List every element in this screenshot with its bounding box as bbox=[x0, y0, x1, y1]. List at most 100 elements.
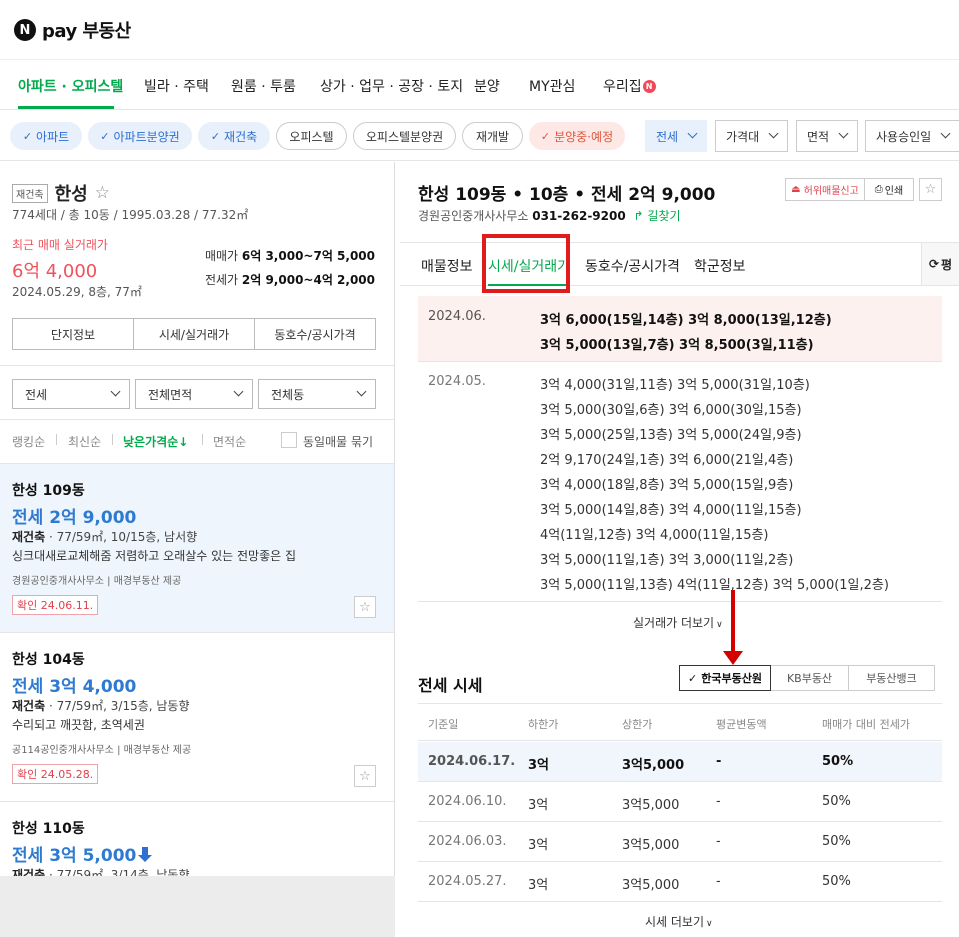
siren-icon: ⏏ bbox=[791, 184, 801, 195]
listing-item[interactable]: 한성 104동 전세 3억 4,000 재건축 · 77/59㎡, 3/15층,… bbox=[0, 633, 394, 802]
detail-title: 한성 109동 • 10층 • 전세 2억 9,000 bbox=[418, 185, 716, 205]
sort-low-price[interactable]: 낮은가격순↓ bbox=[123, 433, 188, 450]
transaction-line: 3억 5,000(30일,6층) 3억 6,000(30일,15층) bbox=[540, 403, 802, 418]
dropdown-approval-date[interactable]: 사용승인일 bbox=[865, 120, 959, 152]
source-tab-kb[interactable]: KB부동산 bbox=[770, 665, 849, 691]
refresh-icon: ⟳ bbox=[928, 257, 939, 271]
favorite-star-icon[interactable]: ☆ bbox=[919, 178, 942, 201]
transaction-line: 3억 5,000(13일,7층) 3억 8,500(3일,11층) bbox=[540, 338, 814, 353]
cell-high: 3억5,000 bbox=[622, 838, 680, 853]
cell-date: 2024.06.17. bbox=[428, 754, 516, 769]
annotation-arrow-line bbox=[731, 590, 735, 654]
header-cell: 기준일 bbox=[428, 718, 459, 731]
chip-redevelopment[interactable]: 재개발 bbox=[462, 122, 523, 150]
chip-officetel[interactable]: 오피스텔 bbox=[276, 122, 347, 150]
transaction-line: 4억(11일,12층) 3억 4,000(11일,15층) bbox=[540, 528, 769, 543]
listing-type: 재건축 bbox=[12, 699, 46, 713]
source-tab-kreb[interactable]: ✓ 한국부동산원 bbox=[679, 665, 771, 691]
tab-school[interactable]: 학군정보 bbox=[694, 256, 746, 276]
listing-price: 전세 3억 4,000 bbox=[12, 677, 137, 697]
tab-listing-info[interactable]: 매물정보 bbox=[421, 256, 473, 276]
check-icon: ✓ bbox=[210, 129, 221, 143]
sort-latest[interactable]: 최신순 bbox=[68, 433, 101, 450]
dropdown-trade-type[interactable]: 전세 bbox=[645, 120, 707, 152]
dropdown-label: 전세 bbox=[25, 387, 48, 402]
transaction-line: 3억 6,000(15일,14층) 3억 8,000(13일,12층) bbox=[540, 313, 832, 328]
favorite-star-icon[interactable]: ☆ bbox=[354, 596, 376, 618]
list-filter-trade[interactable]: 전세 bbox=[12, 379, 130, 409]
logo[interactable]: N pay 부동산 bbox=[14, 17, 131, 43]
chip-reconstruction[interactable]: ✓ 재건축 bbox=[198, 122, 270, 150]
star-icon[interactable]: ☆ bbox=[95, 183, 110, 203]
listing-type: 재건축 bbox=[12, 530, 46, 544]
favorite-star-icon[interactable]: ☆ bbox=[354, 765, 376, 787]
list-filter-area[interactable]: 전체면적 bbox=[135, 379, 253, 409]
nav-villa-house[interactable]: 빌라 · 주택 bbox=[144, 76, 209, 96]
nav-commercial-land[interactable]: 상가 · 업무 · 공장 · 토지 bbox=[320, 76, 463, 96]
sale-label: 매매가 bbox=[204, 249, 239, 263]
more-transactions-link[interactable]: 실거래가 더보기 ∨ bbox=[633, 614, 723, 631]
chip-label: 아파트분양권 bbox=[113, 129, 180, 144]
list-filter-building[interactable]: 전체동 bbox=[258, 379, 376, 409]
more-jeonse-link[interactable]: 시세 더보기 ∨ bbox=[645, 913, 713, 930]
pyeong-label: 평 bbox=[941, 257, 953, 272]
route-link[interactable]: ↱ 길찾기 bbox=[634, 209, 681, 223]
report-false-listing-button[interactable]: ⏏ 허위매물신고 bbox=[785, 178, 865, 201]
cell-ratio: 50% bbox=[822, 874, 851, 889]
cell-ratio: 50% bbox=[822, 834, 851, 849]
same-listing-checkbox[interactable] bbox=[281, 432, 297, 448]
cell-ratio: 50% bbox=[822, 754, 854, 769]
table-row: 2024.06.03. 3억 3억5,000 - 50% bbox=[418, 822, 942, 862]
cell-ratio: 50% bbox=[822, 794, 851, 809]
highlight-annotation-box bbox=[482, 234, 570, 293]
nav-oneroom-tworoom[interactable]: 원룸 · 투룸 bbox=[231, 76, 296, 96]
transaction-month-label: 2024.05. bbox=[428, 374, 486, 389]
chip-officetel-presale-right[interactable]: 오피스텔분양권 bbox=[353, 122, 456, 150]
transaction-line: 3억 5,000(11일,13층) 4억(11일,12층) 3억 5,000(1… bbox=[540, 578, 889, 593]
left-panel-bottom-area bbox=[0, 876, 395, 937]
sort-ranking[interactable]: 랭킹순 bbox=[12, 433, 45, 450]
chip-apartment[interactable]: ✓ 아파트 bbox=[10, 122, 82, 150]
nav-presale[interactable]: 분양 bbox=[474, 76, 500, 96]
sort-area[interactable]: 면적순 bbox=[213, 433, 246, 450]
chevron-down-icon bbox=[356, 386, 367, 397]
listing-title: 한성 110동 bbox=[12, 821, 85, 837]
listing-detail-panel: 한성 109동 • 10층 • 전세 2억 9,000 경원공인중개사사무소 0… bbox=[400, 162, 959, 937]
detail-agent-phone: 031-262-9200 bbox=[532, 209, 626, 223]
table-row: 2024.06.10. 3억 3억5,000 - 50% bbox=[418, 782, 942, 822]
route-label: 길찾기 bbox=[647, 209, 681, 223]
nav-my-interest[interactable]: MY관심 bbox=[529, 76, 575, 96]
chip-presale-upcoming[interactable]: ✓ 분양중·예정 bbox=[529, 122, 625, 150]
recent-trade-label: 최근 매매 실거래가 bbox=[12, 238, 108, 252]
cell-low: 3억 bbox=[528, 798, 549, 813]
listing-item[interactable]: 한성 109동 전세 2억 9,000 재건축 · 77/59㎡, 10/15층… bbox=[0, 464, 394, 633]
listing-spec-detail: · 77/59㎡, 10/15층, 남서향 bbox=[45, 530, 198, 544]
print-button[interactable]: ⎙ 인쇄 bbox=[864, 178, 914, 201]
dropdown-price[interactable]: 가격대 bbox=[715, 120, 788, 152]
transaction-line: 3억 4,000(31일,11층) 3억 5,000(31일,10층) bbox=[540, 378, 810, 393]
listing-title: 한성 109동 bbox=[12, 483, 85, 499]
same-listing-label: 동일매물 묶기 bbox=[303, 435, 374, 449]
price-down-arrow-icon bbox=[138, 847, 153, 862]
source-tab-bank[interactable]: 부동산뱅크 bbox=[848, 665, 935, 691]
nav-apartment-officetel[interactable]: 아파트 · 오피스텔 bbox=[18, 76, 123, 96]
recent-trade-price: 6억 4,000 bbox=[12, 261, 98, 282]
complex-tag: 재건축 bbox=[12, 183, 48, 203]
tab-unit-price[interactable]: 동호수/공시가격 bbox=[585, 256, 680, 276]
nav-my-home[interactable]: 우리집 N bbox=[603, 76, 656, 96]
dropdown-area[interactable]: 면적 bbox=[796, 120, 858, 152]
complex-info-button[interactable]: 단지정보 bbox=[13, 319, 134, 349]
main-nav: 아파트 · 오피스텔 빌라 · 주택 원룸 · 투룸 상가 · 업무 · 공장 … bbox=[0, 60, 959, 110]
cell-low: 3억 bbox=[528, 838, 549, 853]
transaction-month: 2024.06. 3억 6,000(15일,14층) 3억 8,000(13일,… bbox=[418, 296, 942, 362]
unit-price-button[interactable]: 동호수/공시가격 bbox=[255, 319, 375, 349]
chip-apartment-presale-right[interactable]: ✓ 아파트분양권 bbox=[88, 122, 192, 150]
price-trade-button[interactable]: 시세/실거래가 bbox=[134, 319, 255, 349]
pyeong-toggle-button[interactable]: ⟳ 평 bbox=[921, 243, 959, 285]
more-transactions-label: 실거래가 더보기 bbox=[633, 616, 715, 630]
sort-separator bbox=[202, 434, 203, 445]
cell-high: 3억5,000 bbox=[622, 878, 680, 893]
listing-agent: 공114공인중개사사무소 | 매경부동산 제공 bbox=[12, 745, 192, 756]
detail-agent: 경원공인중개사사무소 031-262-9200 ↱ 길찾기 bbox=[418, 207, 681, 224]
header-cell: 평균변동액 bbox=[716, 718, 767, 731]
